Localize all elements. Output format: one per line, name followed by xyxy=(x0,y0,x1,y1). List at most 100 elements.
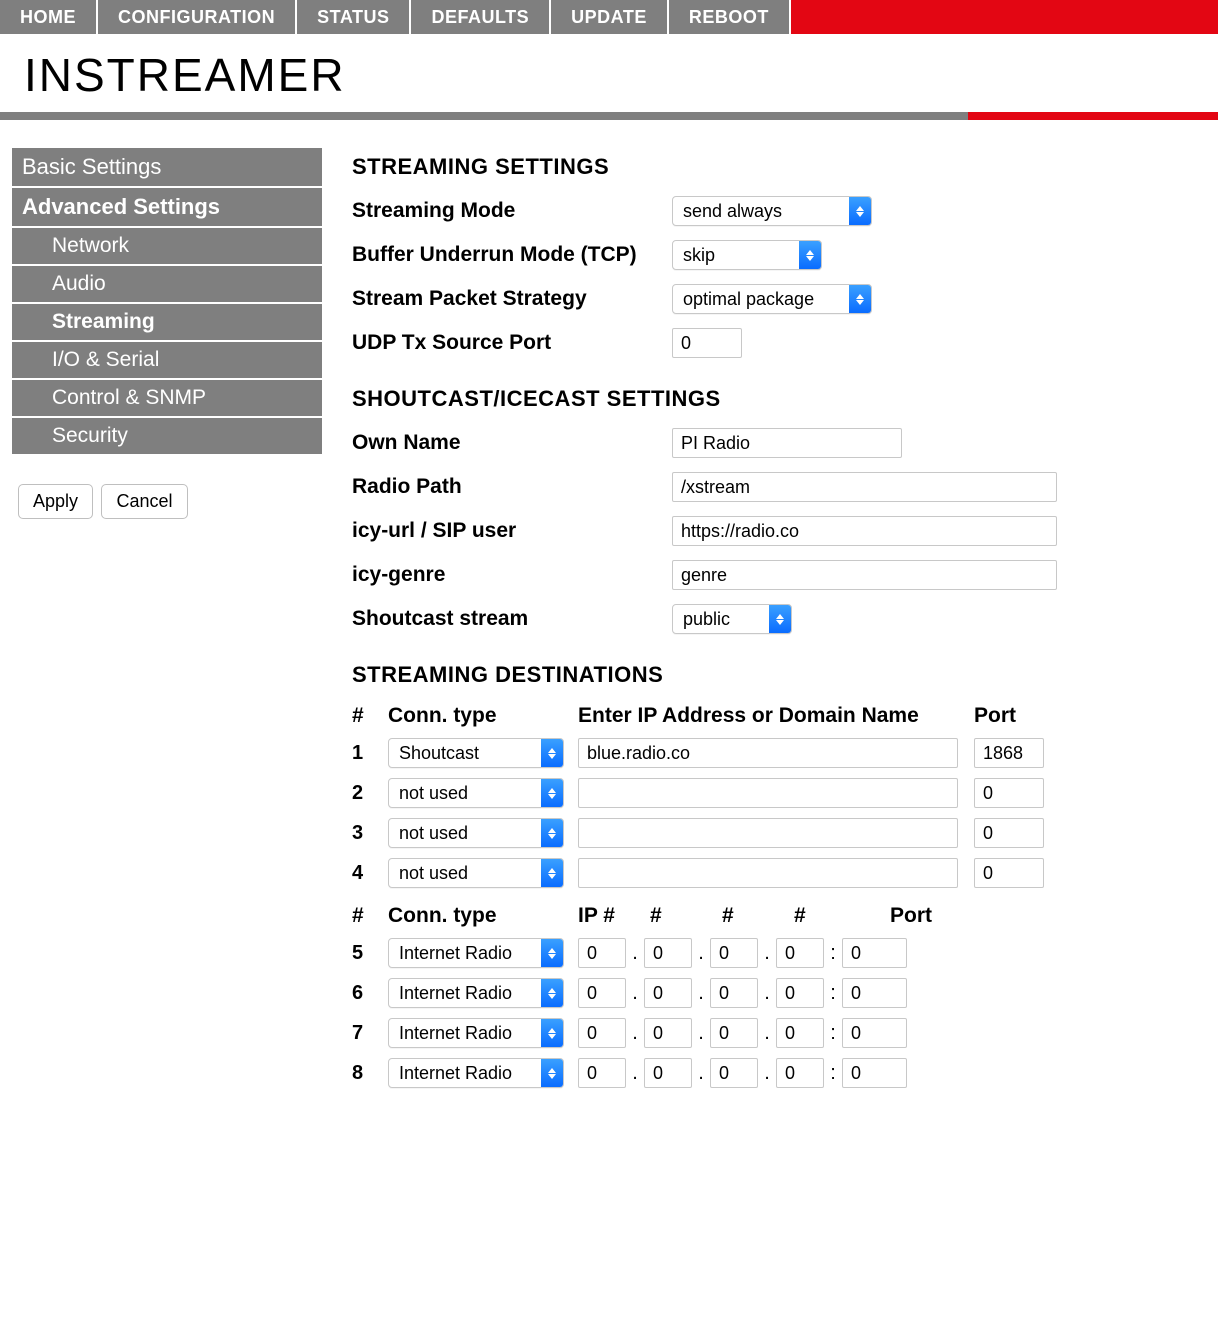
input-ip-octet[interactable] xyxy=(776,978,824,1008)
input-radio-path[interactable] xyxy=(672,472,1057,502)
select-buffer-underrun-value: skip xyxy=(673,241,799,269)
chevron-updown-icon xyxy=(541,939,563,967)
sidebar-sub-io-serial[interactable]: I/O & Serial xyxy=(12,342,322,380)
chevron-updown-icon xyxy=(541,1059,563,1087)
input-ip-octet[interactable] xyxy=(578,1058,626,1088)
input-ip-octet[interactable] xyxy=(644,938,692,968)
select-conn-type[interactable]: Internet Radio xyxy=(388,1058,564,1088)
dest-row: 1 Shoutcast xyxy=(352,738,1198,768)
row-num: 2 xyxy=(352,782,388,805)
sidebar-sub-network[interactable]: Network xyxy=(12,228,322,266)
select-conn-type[interactable]: Internet Radio xyxy=(388,978,564,1008)
header-num: # xyxy=(352,904,388,928)
apply-button[interactable]: Apply xyxy=(18,484,93,519)
row-num: 4 xyxy=(352,862,388,885)
label-own-name: Own Name xyxy=(352,431,672,455)
select-conn-type[interactable]: not used xyxy=(388,858,564,888)
header-num: # xyxy=(352,704,388,728)
select-buffer-underrun[interactable]: skip xyxy=(672,240,822,270)
sidebar-item-advanced-settings[interactable]: Advanced Settings xyxy=(12,188,322,228)
dot-separator: . xyxy=(626,942,644,965)
input-ip-octet[interactable] xyxy=(578,938,626,968)
chevron-updown-icon xyxy=(541,819,563,847)
input-ip-octet[interactable] xyxy=(710,938,758,968)
input-address[interactable] xyxy=(578,738,958,768)
input-ip-octet[interactable] xyxy=(644,978,692,1008)
select-conn-type-value: Internet Radio xyxy=(389,1059,541,1087)
main-panel: STREAMING SETTINGS Streaming Mode send a… xyxy=(352,148,1218,1098)
nav-reboot[interactable]: REBOOT xyxy=(669,0,789,34)
sidebar-sub-streaming[interactable]: Streaming xyxy=(12,304,322,342)
select-conn-type[interactable]: Internet Radio xyxy=(388,1018,564,1048)
input-ip-octet[interactable] xyxy=(644,1058,692,1088)
label-shoutcast-stream: Shoutcast stream xyxy=(352,607,672,631)
input-ip-octet[interactable] xyxy=(710,978,758,1008)
nav-configuration[interactable]: CONFIGURATION xyxy=(98,0,295,34)
select-packet-strategy[interactable]: optimal package xyxy=(672,284,872,314)
select-streaming-mode[interactable]: send always xyxy=(672,196,872,226)
input-ip-octet[interactable] xyxy=(776,938,824,968)
input-ip-octet[interactable] xyxy=(578,1018,626,1048)
input-port[interactable] xyxy=(974,818,1044,848)
chevron-updown-icon xyxy=(769,605,791,633)
dot-separator: . xyxy=(758,1062,776,1085)
select-shoutcast-stream-value: public xyxy=(673,605,769,633)
sidebar-sub-audio[interactable]: Audio xyxy=(12,266,322,304)
nav-home[interactable]: HOME xyxy=(0,0,96,34)
input-address[interactable] xyxy=(578,858,958,888)
dest-header-2: # Conn. type IP # # # # Port xyxy=(352,904,1198,928)
select-conn-type[interactable]: Internet Radio xyxy=(388,938,564,968)
input-port[interactable] xyxy=(842,938,907,968)
input-address[interactable] xyxy=(578,778,958,808)
section-destinations: STREAMING DESTINATIONS xyxy=(352,662,1198,688)
input-port[interactable] xyxy=(842,1018,907,1048)
input-port[interactable] xyxy=(974,738,1044,768)
select-conn-type[interactable]: not used xyxy=(388,818,564,848)
nav-update[interactable]: UPDATE xyxy=(551,0,667,34)
chevron-updown-icon xyxy=(849,197,871,225)
select-conn-type-value: Internet Radio xyxy=(389,939,541,967)
chevron-updown-icon xyxy=(541,979,563,1007)
cancel-button[interactable]: Cancel xyxy=(101,484,187,519)
label-icy-url: icy-url / SIP user xyxy=(352,519,672,543)
label-streaming-mode: Streaming Mode xyxy=(352,199,672,223)
input-ip-octet[interactable] xyxy=(776,1058,824,1088)
select-conn-type[interactable]: Shoutcast xyxy=(388,738,564,768)
input-ip-octet[interactable] xyxy=(776,1018,824,1048)
chevron-updown-icon xyxy=(541,779,563,807)
nav-status[interactable]: STATUS xyxy=(297,0,409,34)
input-udp-port[interactable] xyxy=(672,328,742,358)
input-icy-url[interactable] xyxy=(672,516,1057,546)
row-num: 3 xyxy=(352,822,388,845)
select-conn-type-value: not used xyxy=(389,859,541,887)
select-conn-type-value: Shoutcast xyxy=(389,739,541,767)
sidebar-sub-control-snmp[interactable]: Control & SNMP xyxy=(12,380,322,418)
input-ip-octet[interactable] xyxy=(644,1018,692,1048)
sidebar-item-basic-settings[interactable]: Basic Settings xyxy=(12,148,322,188)
header-port: Port xyxy=(974,704,1054,728)
sidebar-sub-security[interactable]: Security xyxy=(12,418,322,456)
input-port[interactable] xyxy=(974,778,1044,808)
input-address[interactable] xyxy=(578,818,958,848)
dot-separator: . xyxy=(692,942,710,965)
input-ip-octet[interactable] xyxy=(710,1018,758,1048)
select-shoutcast-stream[interactable]: public xyxy=(672,604,792,634)
input-port[interactable] xyxy=(974,858,1044,888)
dest-row: 3 not used xyxy=(352,818,1198,848)
select-conn-type[interactable]: not used xyxy=(388,778,564,808)
dot-separator: . xyxy=(758,1022,776,1045)
select-conn-type-value: Internet Radio xyxy=(389,979,541,1007)
input-icy-genre[interactable] xyxy=(672,560,1057,590)
input-own-name[interactable] xyxy=(672,428,902,458)
input-port[interactable] xyxy=(842,978,907,1008)
colon-separator: : xyxy=(824,1062,842,1085)
dot-separator: . xyxy=(758,942,776,965)
input-ip-octet[interactable] xyxy=(578,978,626,1008)
input-port[interactable] xyxy=(842,1058,907,1088)
input-ip-octet[interactable] xyxy=(710,1058,758,1088)
header-hash: # xyxy=(650,904,722,928)
nav-filler xyxy=(791,0,1218,34)
nav-defaults[interactable]: DEFAULTS xyxy=(411,0,549,34)
page-title: INSTREAMER xyxy=(24,48,1218,102)
dot-separator: . xyxy=(692,982,710,1005)
